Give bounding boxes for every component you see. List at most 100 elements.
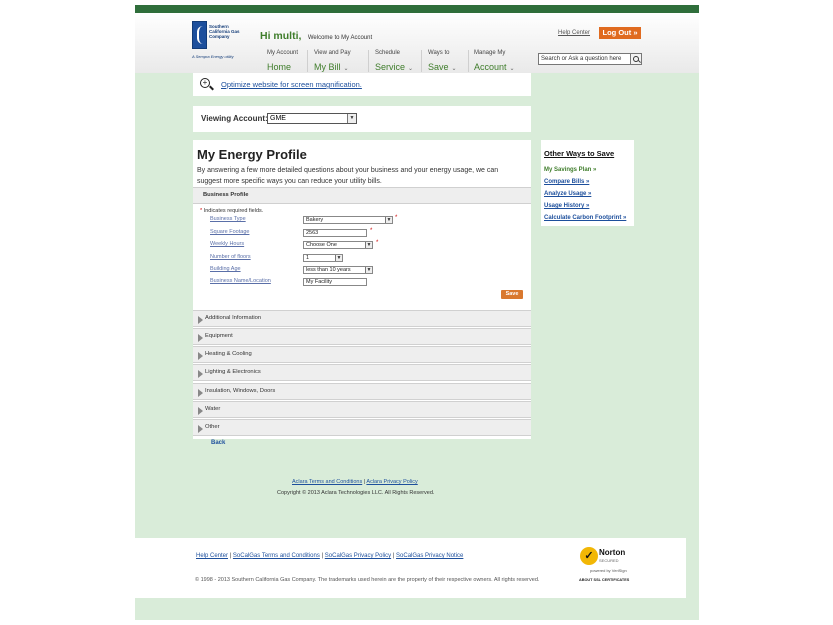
section-label: Business Profile (203, 192, 249, 198)
logout-button[interactable]: Log Out » (599, 27, 641, 39)
required-note-text: Indicates required fields. (203, 208, 264, 214)
back-link[interactable]: Back (211, 440, 225, 446)
savings-plan-link[interactable]: My Savings Plan » (544, 167, 596, 173)
field-label-weekly-hours[interactable]: Weekly Hours (210, 241, 244, 247)
carbon-footprint-link[interactable]: Calculate Carbon Footprint » (544, 215, 626, 221)
section-insulation[interactable]: Insulation, Windows, Doors (193, 383, 531, 400)
business-type-select[interactable]: Bakery ▼ (303, 216, 393, 224)
section-additional-information[interactable]: Additional Information (193, 310, 531, 327)
search-input[interactable]: Search or Ask a question here (538, 53, 642, 65)
nav-divider (307, 50, 308, 72)
footer-privacy-policy-link[interactable]: SoCalGas Privacy Policy (325, 553, 391, 559)
field-label-building-age[interactable]: Building Age (210, 266, 241, 272)
nav-home-small: My Account (267, 50, 299, 56)
nav-service-small: Schedule (375, 50, 401, 56)
section-label: Heating & Cooling (205, 351, 252, 357)
field-label-business-type[interactable]: Business Type (210, 216, 246, 222)
aclara-privacy-link[interactable]: Aclara Privacy Policy (366, 479, 417, 485)
logo-company-name: Southern California Gas Company (209, 24, 240, 39)
dropdown-arrow-icon: ▼ (335, 255, 342, 261)
magnification-link[interactable]: Optimize website for screen magnificatio… (221, 80, 362, 89)
section-label: Additional Information (205, 315, 262, 321)
flame-logo-icon (192, 21, 207, 49)
section-label: Lighting & Electronics (205, 369, 261, 375)
help-center-link[interactable]: Help Center (558, 30, 590, 36)
section-business-profile[interactable]: Business Profile (193, 187, 531, 204)
greeting: Hi multi, Welcome to My Account (260, 26, 372, 44)
floors-value: 1 (306, 255, 310, 261)
nav-bill-small: View and Pay (314, 50, 351, 56)
nav-home[interactable]: My Account Home (267, 50, 298, 75)
footer-help-link[interactable]: Help Center (196, 553, 228, 559)
section-water[interactable]: Water (193, 401, 531, 418)
greeting-name: Hi multi, (260, 30, 302, 42)
field-label-floors[interactable]: Number of floors (210, 254, 251, 260)
site-header: Southern California Gas Company A Sempra… (135, 13, 699, 73)
nav-divider (368, 50, 369, 72)
section-label: Water (205, 406, 221, 412)
aclara-terms-link[interactable]: Aclara Terms and Conditions (292, 479, 362, 485)
footer-privacy-notice-link[interactable]: SoCalGas Privacy Notice (396, 553, 463, 559)
chevron-down-icon: ⌄ (343, 66, 349, 72)
usage-history-link[interactable]: Usage History » (544, 203, 589, 209)
norton-powered: powered by VeriSign (590, 568, 627, 573)
energy-profile-panel: My Energy Profile By answering a few mor… (193, 140, 531, 439)
nav-my-bill[interactable]: View and Pay My Bill ⌄ (314, 50, 351, 75)
expand-arrow-icon (198, 334, 203, 342)
section-equipment[interactable]: Equipment (193, 328, 531, 345)
field-label-business-name[interactable]: Business Name/Location (210, 278, 271, 284)
expand-arrow-icon (198, 389, 203, 397)
norton-name: Norton (599, 548, 626, 557)
viewing-account-label: Viewing Account: (201, 114, 268, 123)
expand-arrow-icon (198, 316, 203, 324)
nav-save[interactable]: Ways to Save ⌄ (428, 50, 457, 75)
aclara-links: Aclara Terms and Conditions | Aclara Pri… (292, 479, 418, 485)
norton-secured: SECURED (599, 558, 619, 563)
weekly-hours-select[interactable]: Choose One ▼ (303, 241, 373, 249)
required-star: * (370, 228, 373, 234)
norton-check-icon: ✓ (580, 547, 598, 565)
profile-intro: By answering a few more detailed questio… (197, 167, 499, 185)
building-age-select[interactable]: less than 10 years ▼ (303, 266, 373, 274)
nav-divider (421, 50, 422, 72)
logo-tagline: A Sempra Energy utility (192, 54, 234, 59)
expand-arrow-icon (198, 370, 203, 378)
nav-divider (468, 50, 469, 72)
footer-terms-link[interactable]: SoCalGas Terms and Conditions (233, 553, 320, 559)
section-label: Equipment (205, 333, 233, 339)
socalgas-logo[interactable]: Southern California Gas Company A Sempra… (192, 21, 242, 71)
search-button[interactable] (630, 53, 642, 65)
nav-save-small: Ways to (428, 50, 450, 56)
section-heating-cooling[interactable]: Heating & Cooling (193, 346, 531, 363)
analyze-usage-link[interactable]: Analyze Usage » (544, 191, 591, 197)
section-lighting-electronics[interactable]: Lighting & Electronics (193, 364, 531, 381)
required-star: * (395, 215, 398, 221)
account-select[interactable]: GME ▼ (267, 113, 357, 124)
page-frame: Southern California Gas Company A Sempra… (135, 5, 699, 620)
norton-about-ssl: ABOUT SSL CERTIFICATES (579, 578, 630, 582)
dropdown-arrow-icon: ▼ (365, 267, 372, 273)
footer-copyright: © 1998 - 2013 Southern California Gas Co… (195, 577, 540, 583)
nav-home-large: Home (267, 62, 292, 72)
business-profile-form: * Indicates required fields. Business Ty… (193, 204, 531, 307)
magnification-panel: + Optimize website for screen magnificat… (193, 73, 531, 96)
aclara-copyright: Copyright © 2013 Aclara Technologies LLC… (277, 490, 435, 496)
floors-select[interactable]: 1 ▼ (303, 254, 343, 262)
save-button[interactable]: Save (501, 290, 523, 299)
site-footer: Help Center | SoCalGas Terms and Conditi… (135, 538, 686, 598)
nav-account[interactable]: Manage My Account ⌄ (474, 50, 515, 75)
chevron-down-icon: ⌄ (509, 66, 515, 72)
nav-service[interactable]: Schedule Service ⌄ (375, 50, 413, 75)
nav-bill-large: My Bill (314, 62, 341, 72)
other-ways-panel: Other Ways to Save My Savings Plan » Com… (541, 140, 634, 226)
field-label-square-footage[interactable]: Square Footage (210, 229, 249, 235)
dropdown-arrow-icon: ▼ (347, 114, 356, 123)
nav-save-large: Save (428, 62, 449, 72)
square-footage-input[interactable]: 2563 (303, 229, 367, 237)
other-ways-title[interactable]: Other Ways to Save (544, 149, 614, 158)
compare-bills-link[interactable]: Compare Bills » (544, 179, 589, 185)
norton-secured-badge[interactable]: ✓ Norton SECURED powered by VeriSign ABO… (578, 546, 638, 584)
business-name-input[interactable]: My Facility (303, 278, 367, 286)
section-other[interactable]: Other (193, 419, 531, 436)
account-select-value: GME (270, 115, 286, 122)
